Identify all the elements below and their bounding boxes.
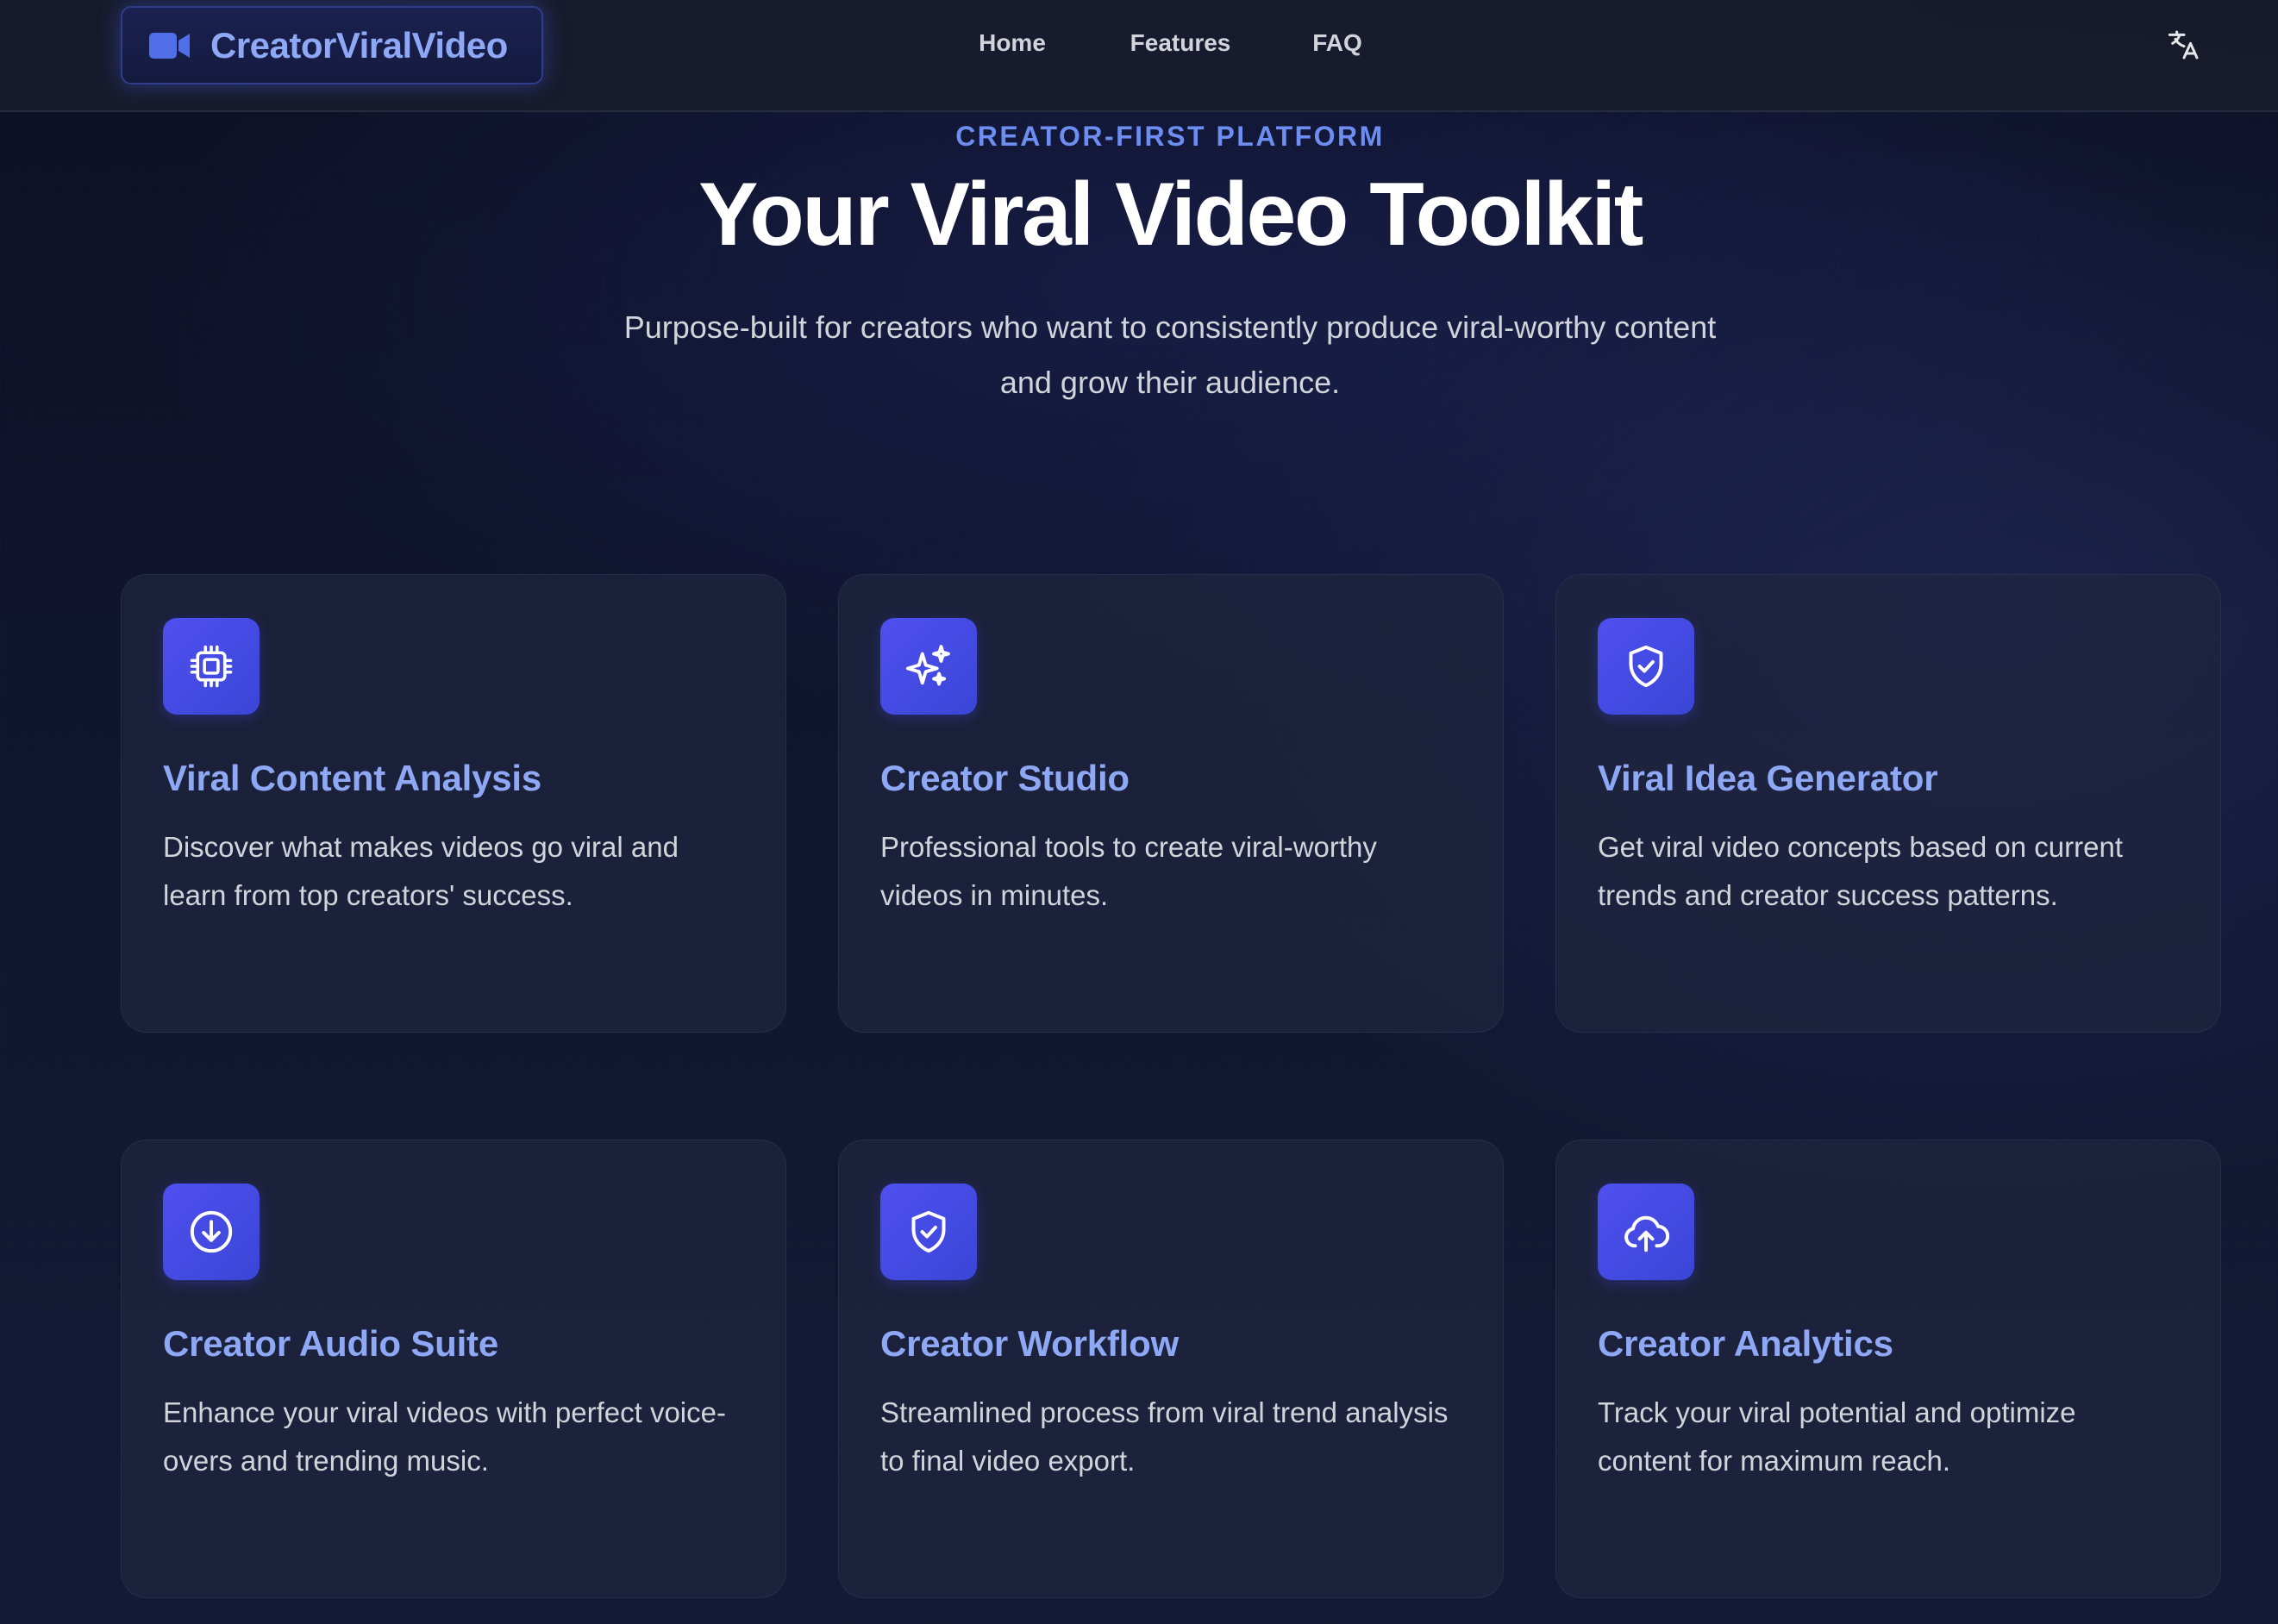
feature-description: Track your viral potential and optimize … <box>1598 1396 2076 1477</box>
feature-description: Streamlined process from viral trend ana… <box>880 1396 1449 1477</box>
feature-title: Viral Content Analysis <box>163 758 542 798</box>
feature-description: Enhance your viral videos with perfect v… <box>163 1396 726 1477</box>
language-button[interactable] <box>2167 29 2201 64</box>
feature-description: Professional tools to create viral-worth… <box>880 831 1377 911</box>
nav-features[interactable]: Features <box>1130 29 1231 57</box>
hero-subtitle: Purpose-built for creators who want to c… <box>623 309 1717 400</box>
feature-card: Creator Workflow Streamlined process fro… <box>838 1140 1504 1598</box>
feature-card: Viral Content Analysis Discover what mak… <box>121 574 786 1033</box>
feature-title: Viral Idea Generator <box>1598 758 1938 798</box>
feature-description: Get viral video concepts based on curren… <box>1598 831 2124 911</box>
cpu-chip-icon <box>163 618 260 715</box>
hero-eyebrow: CREATOR-FIRST PLATFORM <box>955 121 1385 152</box>
site-header: CreatorViralVideo Home Features FAQ <box>0 0 2278 112</box>
shield-check-icon <box>880 1184 977 1280</box>
hero-title: Your Viral Video Toolkit <box>698 165 1643 265</box>
cloud-upload-icon <box>1598 1184 1694 1280</box>
feature-title: Creator Analytics <box>1598 1323 1893 1364</box>
feature-title: Creator Audio Suite <box>163 1323 499 1364</box>
feature-card: Creator Audio Suite Enhance your viral v… <box>121 1140 786 1598</box>
feature-card: Creator Analytics Track your viral poten… <box>1555 1140 2221 1598</box>
download-circle-icon <box>163 1184 260 1280</box>
feature-title: Creator Studio <box>880 758 1130 798</box>
nav-home[interactable]: Home <box>979 29 1046 57</box>
shield-check-icon <box>1598 618 1694 715</box>
feature-card: Creator Studio Professional tools to cre… <box>838 574 1504 1033</box>
main-nav: Home Features FAQ <box>0 29 2278 64</box>
translate-icon <box>2167 28 2201 66</box>
feature-card: Viral Idea Generator Get viral video con… <box>1555 574 2221 1033</box>
sparkles-icon <box>880 618 977 715</box>
nav-faq[interactable]: FAQ <box>1312 29 1362 57</box>
feature-title: Creator Workflow <box>880 1323 1180 1364</box>
feature-description: Discover what makes videos go viral and … <box>163 831 679 911</box>
